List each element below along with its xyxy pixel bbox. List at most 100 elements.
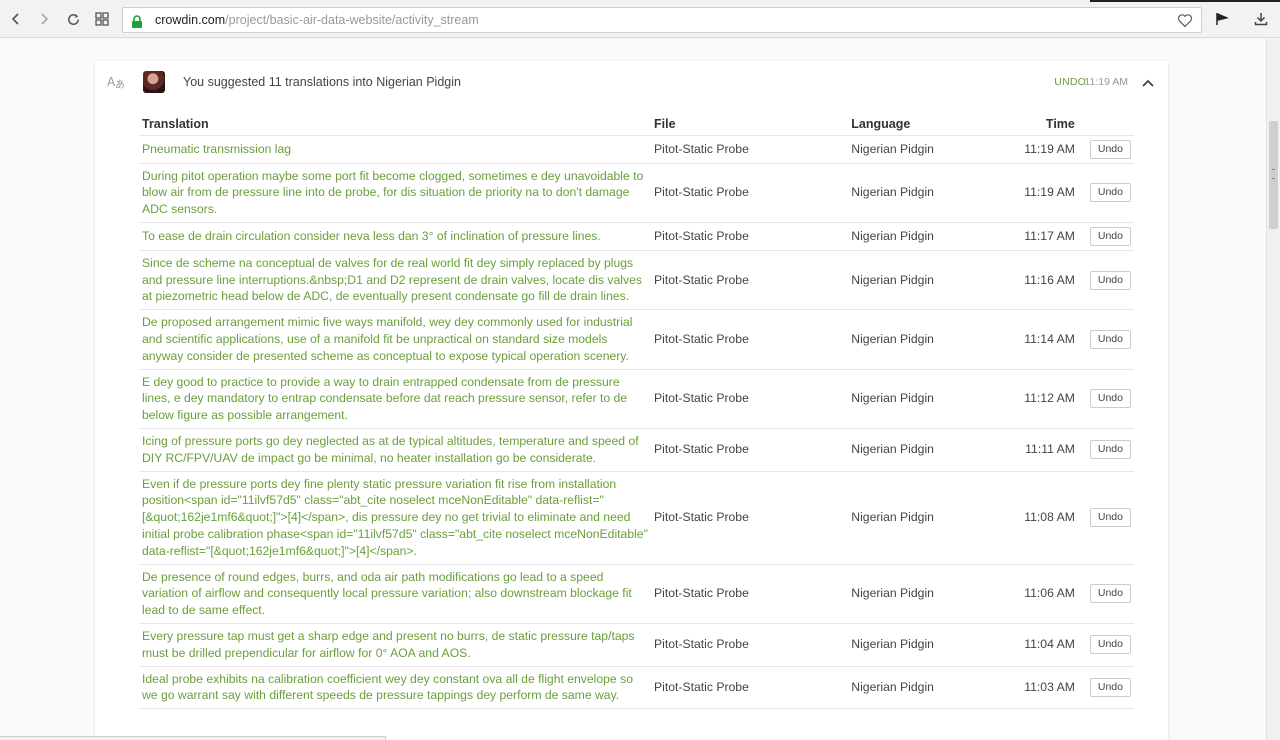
row-action: Undo [1086,428,1134,472]
url-path: /project/basic-air-data-website/activity… [225,13,479,27]
header-action [1086,113,1134,136]
tab-strip-edge [1090,0,1280,2]
table-row: Since de scheme na conceptual de valves … [139,250,1134,311]
activity-summary: You suggested 11 translations into Niger… [183,75,461,89]
language-name: Nigerian Pidgin [848,623,1008,667]
table-row: Ideal probe exhibits na calibration coef… [139,666,1134,710]
header-language: Language [848,113,1008,136]
language-name: Nigerian Pidgin [848,471,1008,565]
undo-button[interactable]: Undo [1089,139,1131,159]
row-time: 11:16 AM [1007,250,1087,311]
translation-text[interactable]: Icing of pressure ports go dey neglected… [139,428,652,472]
file-name: Pitot-Static Probe [651,135,849,164]
row-action: Undo [1086,369,1134,430]
language-name: Nigerian Pidgin [848,222,1008,251]
undo-button[interactable]: Undo [1089,584,1131,604]
file-name: Pitot-Static Probe [651,369,849,430]
undo-button[interactable]: Undo [1089,440,1131,460]
language-name: Nigerian Pidgin [848,250,1008,311]
translation-text[interactable]: During pitot operation maybe some port f… [139,163,652,223]
row-time: 11:03 AM [1007,666,1087,710]
scrollbar-grip [1272,169,1275,179]
activity-time: 11:19 AM [1084,76,1128,88]
row-time: 11:12 AM [1007,369,1087,430]
translation-text[interactable]: Even if de pressure ports dey fine plent… [139,471,652,565]
header-time: Time [1007,113,1087,136]
row-time: 11:19 AM [1007,163,1087,223]
row-action: Undo [1086,471,1134,565]
row-time: 11:14 AM [1007,309,1087,370]
translation-text[interactable]: De proposed arrangement mimic five ways … [139,309,652,370]
undo-button[interactable]: Undo [1089,677,1131,697]
file-name: Pitot-Static Probe [651,428,849,472]
language-name: Nigerian Pidgin [848,369,1008,430]
flag-icon[interactable] [1212,8,1234,30]
undo-button[interactable]: Undo [1089,183,1131,203]
apps-grid-icon[interactable] [91,8,113,30]
file-name: Pitot-Static Probe [651,309,849,370]
translation-text[interactable]: Every pressure tap must get a sharp edge… [139,623,652,667]
table-row: Even if de pressure ports dey fine plent… [139,471,1134,565]
undo-button[interactable]: Undo [1089,270,1131,290]
url-host: crowdin.com [155,13,226,27]
undo-button[interactable]: Undo [1089,226,1131,246]
file-name: Pitot-Static Probe [651,222,849,251]
translation-text[interactable]: Ideal probe exhibits na calibration coef… [139,666,652,710]
translation-text[interactable]: Pneumatic transmission lag [139,135,652,164]
row-time: 11:04 AM [1007,623,1087,667]
table-row: E dey good to practice to provide a way … [139,369,1134,430]
reload-icon[interactable] [62,8,84,30]
table-header-row: Translation File Language Time [139,113,1134,136]
undo-button[interactable]: Undo [1089,635,1131,655]
table-row: During pitot operation maybe some port f… [139,163,1134,223]
header-translation: Translation [139,113,652,136]
table-row: Every pressure tap must get a sharp edge… [139,623,1134,667]
table-body: Pneumatic transmission lag Pitot-Static P… [139,135,1134,710]
row-action: Undo [1086,623,1134,667]
heart-icon[interactable] [1177,12,1193,32]
table-row: De proposed arrangement mimic five ways … [139,309,1134,370]
avatar [143,71,165,93]
browser-toolbar: crowdin.com/project/basic-air-data-websi… [0,0,1280,38]
row-time: 11:17 AM [1007,222,1087,251]
address-bar[interactable]: crowdin.com/project/basic-air-data-websi… [122,7,1202,33]
undo-all-link[interactable]: UNDO [1054,76,1086,88]
translation-text[interactable]: E dey good to practice to provide a way … [139,369,652,430]
table-row: Icing of pressure ports go dey neglected… [139,428,1134,472]
file-name: Pitot-Static Probe [651,471,849,565]
forward-icon[interactable] [33,8,55,30]
language-name: Nigerian Pidgin [848,428,1008,472]
language-name: Nigerian Pidgin [848,309,1008,370]
header-file: File [651,113,849,136]
translation-text[interactable]: De presence of round edges, burrs, and o… [139,564,652,625]
activity-header: Aあ You suggested 11 translations into Ni… [95,61,1168,103]
page-content: Aあ You suggested 11 translations into Ni… [0,39,1266,740]
row-action: Undo [1086,666,1134,710]
row-time: 11:11 AM [1007,428,1087,472]
undo-button[interactable]: Undo [1089,389,1131,409]
row-time: 11:19 AM [1007,135,1087,164]
file-name: Pitot-Static Probe [651,163,849,223]
row-action: Undo [1086,135,1134,164]
language-name: Nigerian Pidgin [848,666,1008,710]
language-name: Nigerian Pidgin [848,564,1008,625]
row-time: 11:08 AM [1007,471,1087,565]
translation-text[interactable]: Since de scheme na conceptual de valves … [139,250,652,311]
translation-text[interactable]: To ease de drain circulation consider ne… [139,222,652,251]
scrollbar[interactable] [1266,39,1280,740]
row-action: Undo [1086,222,1134,251]
table-row: To ease de drain circulation consider ne… [139,222,1134,251]
undo-button[interactable]: Undo [1089,329,1131,349]
translate-icon: Aあ [107,75,125,94]
translations-table: Translation File Language Time Pneumatic… [139,113,1134,710]
chevron-up-icon[interactable] [1142,75,1154,93]
file-name: Pitot-Static Probe [651,666,849,710]
svg-text:あ: あ [115,79,125,89]
back-icon[interactable] [5,8,27,30]
status-bar [0,736,386,740]
table-row: Pneumatic transmission lag Pitot-Static P… [139,135,1134,164]
undo-button[interactable]: Undo [1089,508,1131,528]
download-icon[interactable] [1250,8,1272,30]
scrollbar-thumb[interactable] [1269,121,1278,229]
row-action: Undo [1086,564,1134,625]
